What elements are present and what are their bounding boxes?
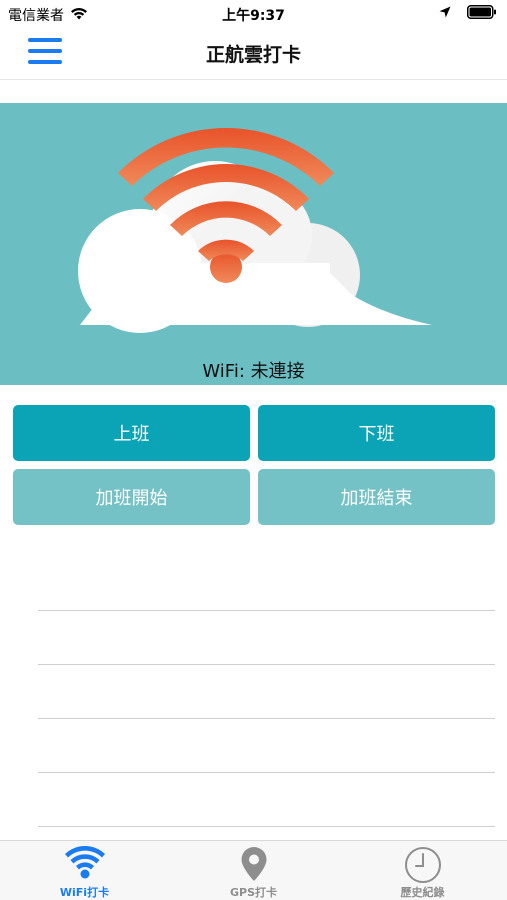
wifi-status-label: WiFi: 未連接: [202, 361, 305, 382]
wifi-banner: WiFi: 未連接: [0, 103, 507, 385]
list-divider: [38, 718, 495, 719]
overtime-end-button[interactable]: 加班結束: [258, 469, 495, 525]
status-time: 上午9:37: [222, 8, 285, 24]
app-screen: 電信業者 上午9:37 正航雲打卡 WiFi: 未連接 上班 下班 加班開始 加…: [0, 0, 507, 900]
clock-in-label: 上班: [113, 424, 150, 445]
tab-label: 歷史紀錄: [400, 886, 445, 899]
list-divider: [38, 610, 495, 611]
clock-in-button[interactable]: 上班: [13, 405, 250, 461]
overtime-end-label: 加班結束: [340, 488, 413, 509]
page-title: 正航雲打卡: [205, 44, 301, 66]
navigation-bar: 正航雲打卡: [0, 28, 507, 80]
clock-out-button[interactable]: 下班: [258, 405, 495, 461]
tab-gps-punch[interactable]: GPS打卡: [169, 841, 338, 900]
map-pin-icon: [169, 846, 338, 882]
overtime-start-label: 加班開始: [95, 488, 168, 509]
list-divider: [38, 826, 495, 827]
tab-label: WiFi打卡: [59, 886, 110, 899]
clock-out-label: 下班: [358, 424, 395, 445]
status-right-group: [439, 5, 497, 23]
cloud-shape: [78, 161, 432, 333]
cloud-wifi-illustration: [78, 127, 432, 333]
status-bar: 電信業者 上午9:37: [0, 0, 507, 28]
battery-icon: [467, 5, 497, 23]
tab-wifi-punch[interactable]: WiFi打卡: [0, 841, 169, 900]
tab-label: GPS打卡: [229, 886, 277, 899]
tab-bar: WiFi打卡 GPS打卡 歷史紀錄: [0, 840, 507, 900]
clock-icon: [338, 846, 507, 883]
list-divider: [38, 772, 495, 773]
list-divider: [38, 664, 495, 665]
wifi-icon: [0, 846, 169, 882]
tab-history[interactable]: 歷史紀錄: [338, 841, 507, 900]
overtime-start-button[interactable]: 加班開始: [13, 469, 250, 525]
location-arrow-icon: [439, 6, 451, 22]
